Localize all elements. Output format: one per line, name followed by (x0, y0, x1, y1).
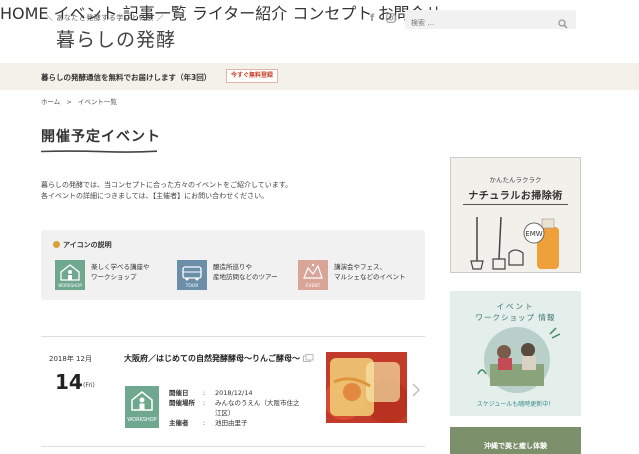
icon-legend: アイコンの説明 WORKSHOP 楽しく学べる講座や ワークショップ TOUR (41, 230, 425, 300)
intro-line-1: 暮らしの発酵では、当コンセプトに合った方々のイベントをご紹介しています。 (41, 181, 293, 189)
breadcrumb-current: イベント一覧 (77, 98, 117, 106)
tour-icon: TOUR (177, 260, 207, 290)
sidebar-ad-okinawa[interactable]: 沖縄で美と癒し体験 (450, 427, 581, 454)
site-tagline: ＼ あなたと発酵する学びと体験 ／ (46, 14, 164, 22)
svg-text:WORKSHOP: WORKSHOP (58, 283, 82, 288)
chevron-right-icon[interactable] (412, 383, 420, 400)
instagram-icon[interactable] (386, 13, 396, 26)
svg-text:TOUR: TOUR (185, 283, 199, 289)
sidebar-ad-workshop-info[interactable]: イベント ワークショップ 情報 スケジュールも随時更新中！ (450, 291, 581, 416)
page-title: 開催予定イベント (41, 129, 161, 145)
site-logo[interactable]: 暮らしの発酵 (56, 25, 176, 52)
search-input[interactable] (405, 13, 545, 33)
event-info-place: 開催場所: みんなのうえん（大阪市住之江区） (169, 399, 300, 417)
ad-cleaning-divider (463, 204, 568, 205)
event-icon: EVENT (298, 260, 328, 290)
nav-writers[interactable]: ライター紹介 (192, 4, 287, 23)
event-divider-top (41, 336, 425, 337)
intro-line-2: 各イベントの詳細につきましては、【主催者】にお問い合わせください。 (41, 192, 269, 200)
nav-home[interactable]: HOME (0, 4, 49, 23)
event-day: 14 (55, 370, 83, 394)
notice-text: 暮らしの発酵通信を無料でお届けします（年3回） (41, 73, 212, 82)
cleaning-tools-icon: EMW (470, 216, 559, 270)
breadcrumb: ホーム > イベント一覧 (41, 96, 121, 106)
ad-workshop-line2: ワークショップ 情報 (475, 313, 556, 322)
search-icon[interactable] (558, 14, 568, 33)
svg-text:EMW: EMW (525, 230, 542, 238)
breadcrumb-home[interactable]: ホーム (41, 98, 60, 106)
workshop-photo (477, 327, 561, 393)
bullet-icon (53, 241, 60, 248)
legend-item-event: EVENT 講演会やフェス、 マルシェなどのイベント (298, 260, 406, 290)
intro-text: 暮らしの発酵では、当コンセプトに合った方々のイベントをご紹介しています。 各イベ… (41, 180, 292, 202)
event-divider-bottom (41, 446, 425, 447)
search-box (405, 10, 576, 33)
site-header: ＼ あなたと発酵する学びと体験 ／ 暮らしの発酵 f HOME イベント 記事一… (0, 0, 639, 63)
event-weekday: (Fri) (83, 382, 95, 389)
event-info: 開催日:2018/12/14 開催場所: みんなのうえん（大阪市住之江区） 主催者… (169, 388, 300, 428)
nav-concept[interactable]: コンセプト (292, 4, 372, 23)
event-info-date: 開催日:2018/12/14 (169, 389, 253, 397)
facebook-icon[interactable]: f (370, 13, 374, 24)
legend-item-tour: TOUR 醸造所巡りや 産地訪問などのツアー (177, 260, 278, 290)
ad-workshop-line1: イベント (496, 302, 535, 311)
svg-text:EVENT: EVENT (306, 283, 321, 289)
free-signup-button[interactable]: 今すぐ無料登録 (226, 69, 278, 83)
newsletter-notice: 暮らしの発酵通信を無料でお届けします（年3回） 今すぐ無料登録 (0, 63, 639, 90)
window-icon (302, 353, 314, 367)
ad-okinawa-title: 沖縄で美と癒し体験 (484, 442, 547, 450)
svg-text:WORKSHOP: WORKSHOP (127, 417, 157, 423)
title-underline (41, 150, 157, 153)
workshop-icon: WORKSHOP (55, 260, 85, 290)
breadcrumb-separator: > (66, 98, 72, 106)
ad-cleaning-title: ナチュラルお掃除術 (468, 191, 563, 202)
legend-desc-tour: 醸造所巡りや 産地訪問などのツアー (213, 263, 278, 281)
ad-workshop-note: スケジュールも随時更新中！ (476, 401, 555, 408)
legend-desc-workshop: 楽しく学べる講座や ワークショップ (91, 263, 150, 281)
workshop-badge-icon: WORKSHOP (125, 386, 159, 428)
event-photo[interactable] (326, 352, 407, 423)
sidebar-ad-cleaning[interactable]: かんたんラクラク ナチュラルお掃除術 EMW (450, 157, 581, 273)
legend-item-workshop: WORKSHOP 楽しく学べる講座や ワークショップ (55, 260, 150, 290)
ad-cleaning-subtitle: かんたんラクラク (489, 176, 542, 184)
legend-title: アイコンの説明 (53, 240, 112, 250)
event-title[interactable]: 大阪府／はじめての自然発酵酵母〜りんご酵母〜 (124, 352, 319, 367)
legend-desc-event: 講演会やフェス、 マルシェなどのイベント (334, 263, 406, 281)
event-info-organizer: 主催者: 池田由里子 (169, 419, 248, 427)
event-year-month: 2018年 12月 (49, 355, 92, 363)
